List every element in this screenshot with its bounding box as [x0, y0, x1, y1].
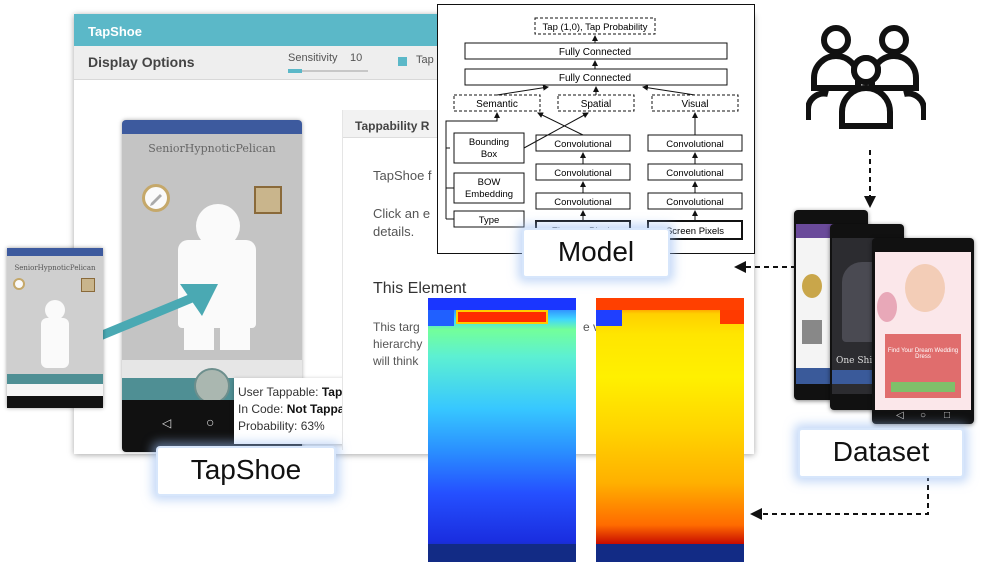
- tooltip-user-prefix: User Tappable:: [238, 385, 322, 399]
- photo: [905, 264, 945, 312]
- dataset-phone-screen: Find Your Dream Wedding Dress: [875, 252, 971, 410]
- bounding-box-label: Box: [481, 149, 498, 160]
- flowers: [877, 292, 897, 322]
- sensitivity-label: Sensitivity: [288, 52, 338, 64]
- heatmap-top-strip: [428, 298, 576, 310]
- pane-text: details.: [373, 224, 415, 239]
- spatial-label: Spatial: [581, 99, 612, 110]
- model-architecture: Tap (1,0), Tap Probability Fully Connect…: [445, 17, 743, 240]
- pane-text: This targ: [373, 320, 420, 334]
- home-icon: ○: [920, 410, 927, 421]
- small-phone-title: SeniorHypnoticPelican: [14, 264, 96, 272]
- small-phone-nav-bar: [7, 396, 103, 408]
- bow-label: BOW: [478, 177, 501, 188]
- pane-text: Click an e: [373, 206, 431, 221]
- output-label: Tap (1,0), Tap Probability: [543, 22, 648, 33]
- dataset-label: Dataset: [800, 430, 962, 476]
- back-icon: ◁: [896, 410, 904, 421]
- camera-icon: [81, 278, 95, 292]
- heatmap-top-strip: [596, 298, 744, 310]
- tooltip-code-prefix: In Code:: [238, 402, 287, 416]
- promo-card-text: Find Your Dream Wedding Dress: [887, 348, 959, 360]
- conv-label: Convolutional: [666, 168, 724, 179]
- heatmap-corner: [596, 310, 622, 326]
- conv-label: Convolutional: [666, 197, 724, 208]
- users-icon: [806, 25, 926, 129]
- figure-head: [45, 300, 65, 320]
- heatmap-left: [428, 298, 576, 562]
- product-image: [802, 274, 822, 298]
- heatmap-corner: [720, 310, 744, 324]
- camera-icon[interactable]: [254, 186, 282, 214]
- tapshoe-label: TapShoe: [158, 448, 334, 494]
- fc-label: Fully Connected: [559, 73, 631, 84]
- teal-arrow: [98, 284, 218, 341]
- screen-pixels-label: Screen Pixels: [666, 226, 724, 237]
- model-label: Model: [524, 230, 668, 276]
- conv-label: Convolutional: [666, 139, 724, 150]
- semantic-label: Semantic: [476, 99, 518, 110]
- heatmap-bottom-strip: [428, 544, 576, 562]
- home-icon[interactable]: ○: [206, 414, 214, 430]
- dashed-arrow-people-to-dataset: [864, 150, 876, 208]
- pane-section-title: This Element: [373, 280, 467, 297]
- display-options-label: Display Options: [88, 54, 195, 70]
- heatmap-corner: [428, 310, 454, 326]
- recents-icon: □: [944, 410, 951, 421]
- pane-text: will think: [373, 354, 419, 368]
- heatmap-bottom-strip: [596, 544, 744, 562]
- tap-checkbox-label: Tap: [416, 54, 434, 66]
- type-label: Type: [479, 215, 500, 226]
- phone-status-bar: [122, 120, 302, 134]
- small-phone: SeniorHypnoticPelican: [7, 248, 103, 408]
- back-icon[interactable]: ◁: [162, 416, 171, 430]
- sensitivity-slider-fill: [288, 69, 302, 73]
- tap-checkbox[interactable]: [398, 57, 407, 66]
- dashed-arrow-dataset-to-model: [734, 261, 798, 273]
- phone-app-title: SeniorHypnoticPelican: [148, 142, 276, 155]
- promo-button: [891, 382, 955, 392]
- visual-label: Visual: [681, 99, 708, 110]
- fc-label: Fully Connected: [559, 47, 631, 58]
- figure-body: [41, 318, 69, 368]
- dataset-phone: Find Your Dream Wedding Dress ◁ ○ □: [872, 238, 974, 424]
- model-diagram: Tap (1,0), Tap Probability Fully Connect…: [437, 4, 755, 254]
- bow-label: Embedding: [465, 189, 513, 200]
- small-phone-tabbar: [7, 384, 103, 396]
- product-image: [802, 320, 822, 344]
- sensitivity-value: 10: [350, 52, 363, 64]
- dashed-arrow-dataset-to-heatmap: [750, 476, 929, 520]
- conv-label: Convolutional: [554, 197, 612, 208]
- pencil-icon[interactable]: [142, 184, 170, 212]
- bounding-box-label: Bounding: [469, 137, 509, 148]
- pane-text: TapShoe f: [373, 168, 432, 183]
- pane-text: hierarchy: [373, 337, 423, 351]
- conv-label: Convolutional: [554, 139, 612, 150]
- shoe-button[interactable]: [194, 368, 230, 404]
- heatmap-hot-region: [456, 310, 548, 324]
- heatmap-right: [596, 298, 744, 562]
- small-phone-bottom-bar: [7, 374, 103, 384]
- pencil-icon: [13, 278, 25, 290]
- small-phone-status-bar: [7, 248, 103, 256]
- conv-label: Convolutional: [554, 168, 612, 179]
